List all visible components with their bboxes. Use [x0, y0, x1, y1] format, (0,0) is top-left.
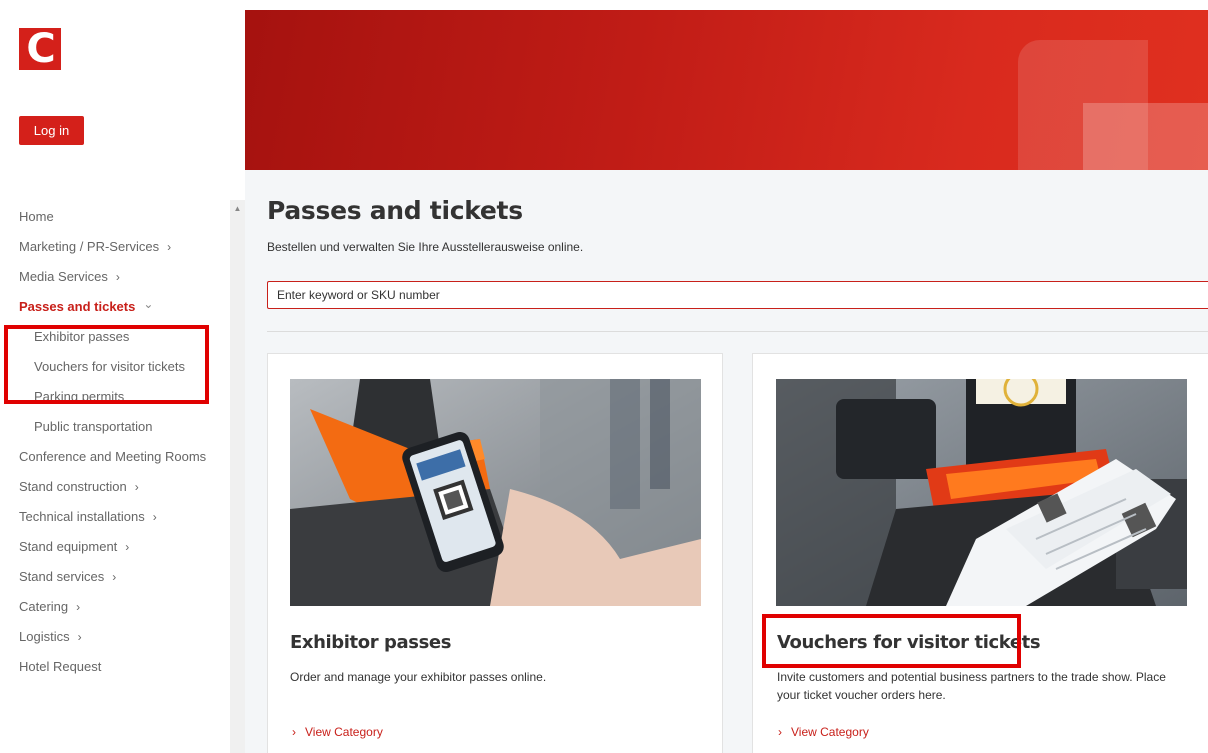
page-subtitle: Bestellen und verwalten Sie Ihre Ausstel… — [267, 240, 584, 254]
sidebar-item-label: Vouchers for visitor tickets — [34, 359, 185, 374]
scroll-up-arrow-icon[interactable]: ▲ — [230, 202, 245, 216]
sidebar-item-label: Hotel Request — [19, 659, 102, 674]
sidebar: C Log in ▲ Home Marketing / PR-Services ›… — [0, 0, 245, 753]
view-category-label: View Category — [305, 725, 383, 739]
sidebar-item-media-services[interactable]: Media Services › — [19, 267, 120, 287]
sidebar-subitem-vouchers-for-visitor-tickets[interactable]: Vouchers for visitor tickets — [34, 357, 185, 377]
hero-banner — [245, 10, 1208, 170]
sidebar-item-label: Public transportation — [34, 419, 153, 434]
sidebar-item-passes-and-tickets[interactable]: Passes and tickets ⌄ — [19, 297, 153, 317]
sidebar-item-label: Media Services — [19, 269, 108, 284]
sidebar-item-technical-installations[interactable]: Technical installations › — [19, 507, 157, 527]
sidebar-item-label: Exhibitor passes — [34, 329, 130, 344]
category-card-vouchers-for-visitor-tickets[interactable]: Vouchers for visitor tickets Invite cust… — [752, 353, 1208, 753]
card-description: Order and manage your exhibitor passes o… — [290, 670, 547, 684]
sidebar-item-marketing-pr-services[interactable]: Marketing / PR-Services › — [19, 237, 171, 257]
sidebar-item-stand-services[interactable]: Stand services › — [19, 567, 116, 587]
sidebar-item-conference-and-meeting-rooms[interactable]: Conference and Meeting Rooms — [19, 447, 206, 467]
sidebar-item-label: Stand services — [19, 569, 105, 584]
chevron-right-icon: › — [115, 270, 120, 284]
chevron-right-icon: › — [76, 600, 81, 614]
sidebar-item-logistics[interactable]: Logistics › — [19, 627, 82, 647]
page-title: Passes and tickets — [267, 196, 523, 225]
chevron-right-icon: › — [167, 240, 172, 254]
sidebar-item-stand-equipment[interactable]: Stand equipment › — [19, 537, 129, 557]
category-card-exhibitor-passes[interactable]: Exhibitor passes Order and manage your e… — [267, 353, 723, 753]
sidebar-item-catering[interactable]: Catering › — [19, 597, 80, 617]
chevron-right-icon: › — [152, 510, 157, 524]
view-category-link[interactable]: › View Category — [778, 725, 869, 739]
hero-decoration-shape — [1083, 103, 1208, 170]
card-image-vouchers-for-visitor-tickets — [776, 379, 1187, 606]
sidebar-item-stand-construction[interactable]: Stand construction › — [19, 477, 139, 497]
chevron-right-icon: › — [112, 570, 117, 584]
brand-logo[interactable]: C — [19, 28, 61, 70]
search-input[interactable] — [267, 281, 1208, 309]
card-image-exhibitor-passes — [290, 379, 701, 606]
card-description: Invite customers and potential business … — [777, 670, 1166, 702]
chevron-right-icon: › — [77, 630, 82, 644]
sidebar-item-label: Catering — [19, 599, 69, 614]
chevron-right-icon: › — [125, 540, 130, 554]
sidebar-subitem-parking-permits[interactable]: Parking permits — [34, 387, 124, 407]
sidebar-subitem-public-transportation[interactable]: Public transportation — [34, 417, 153, 437]
sidebar-item-home[interactable]: Home — [19, 207, 54, 227]
sidebar-item-label: Marketing / PR-Services — [19, 239, 160, 254]
sidebar-item-hotel-request[interactable]: Hotel Request — [19, 657, 101, 677]
chevron-right-icon: › — [778, 725, 782, 739]
view-category-link[interactable]: › View Category — [292, 725, 383, 739]
chevron-down-icon: ⌄ — [143, 297, 154, 311]
card-title: Exhibitor passes — [290, 632, 452, 653]
sidebar-item-label: Logistics — [19, 629, 70, 644]
sidebar-item-label: Home — [19, 209, 54, 224]
sidebar-subitem-exhibitor-passes[interactable]: Exhibitor passes — [34, 327, 129, 347]
sidebar-scrollbar[interactable]: ▲ — [230, 200, 245, 753]
sidebar-item-label: Stand equipment — [19, 539, 118, 554]
sidebar-item-label: Parking permits — [34, 389, 125, 404]
chevron-right-icon: › — [134, 480, 139, 494]
sidebar-item-label: Stand construction — [19, 479, 127, 494]
view-category-label: View Category — [791, 725, 869, 739]
divider — [267, 331, 1208, 332]
sidebar-item-label: Passes and tickets — [19, 299, 136, 314]
sidebar-item-label: Technical installations — [19, 509, 145, 524]
chevron-right-icon: › — [292, 725, 296, 739]
card-title: Vouchers for visitor tickets — [777, 632, 1041, 653]
sidebar-item-label: Conference and Meeting Rooms — [19, 449, 207, 464]
login-button[interactable]: Log in — [19, 116, 84, 145]
